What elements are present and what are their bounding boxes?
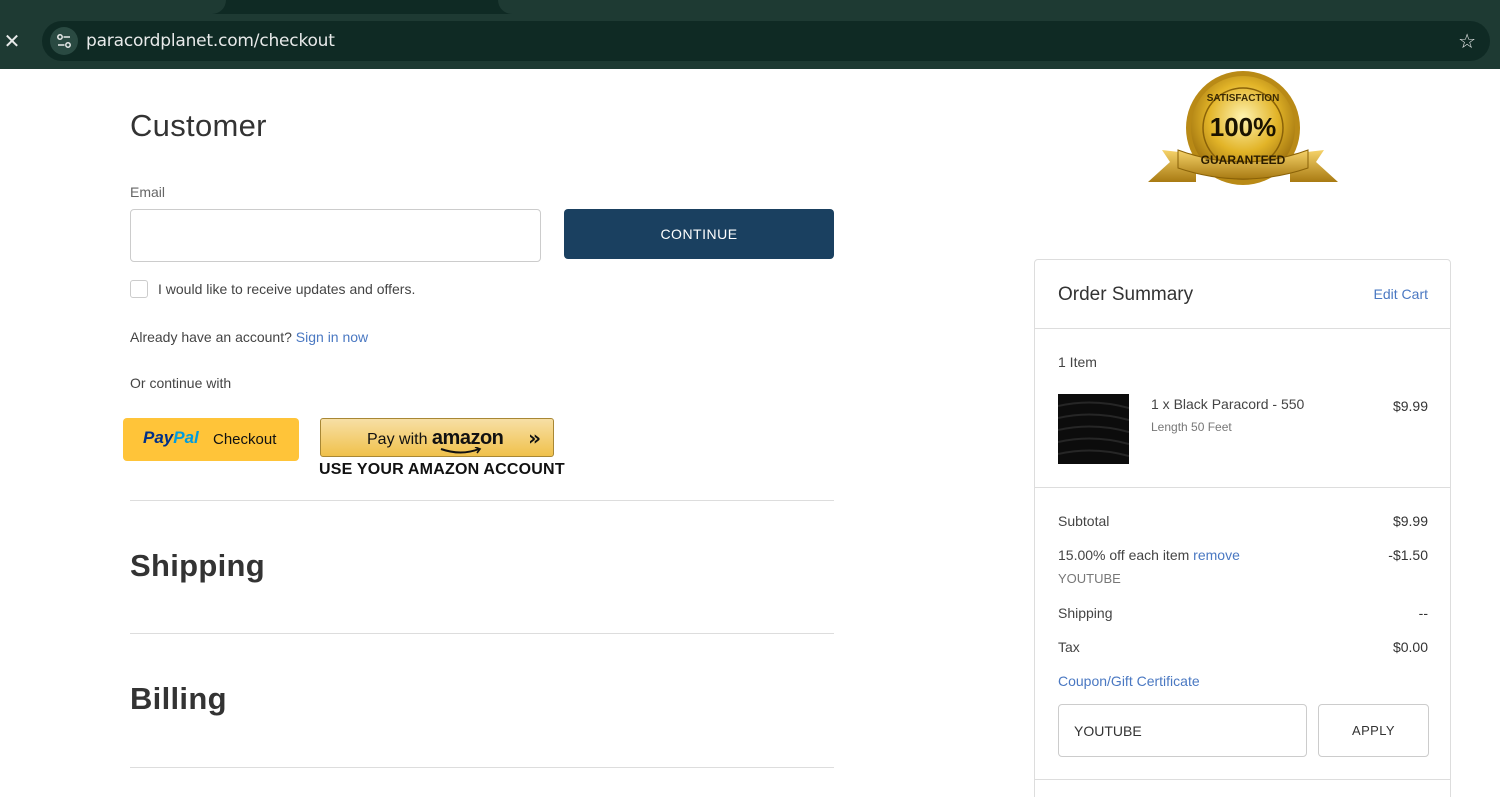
tax-value: $0.00 (1392, 639, 1428, 655)
satisfaction-guaranteed-badge: SATISFACTION 100% GUARANTEED (1148, 71, 1338, 185)
site-settings-icon[interactable] (50, 27, 78, 55)
shipping-heading: Shipping (130, 548, 265, 583)
updates-checkbox-label[interactable]: I would like to receive updates and offe… (158, 281, 415, 297)
item-count: 1 Item (1058, 354, 1097, 370)
paypal-logo: PayPal (143, 428, 199, 447)
product-thumbnail (1058, 394, 1129, 464)
amazon-account-caption: USE YOUR AMAZON ACCOUNT (319, 461, 565, 478)
or-continue-text: Or continue with (130, 375, 232, 391)
updates-checkbox[interactable] (130, 280, 148, 298)
edit-cart-link[interactable]: Edit Cart (1374, 286, 1428, 302)
address-bar[interactable]: paracordplanet.com/checkout ☆ (42, 21, 1490, 61)
coupon-gift-certificate-link[interactable]: Coupon/Gift Certificate (1058, 673, 1200, 689)
paypal-checkout-label: Checkout (213, 431, 277, 448)
subtotal-value: $9.99 (1392, 513, 1428, 529)
summary-divider (1035, 779, 1450, 780)
summary-divider (1035, 487, 1450, 488)
shipping-label: Shipping (1058, 605, 1113, 621)
section-divider (130, 500, 834, 501)
customer-heading: Customer (130, 108, 267, 143)
order-summary-panel: Order Summary Edit Cart 1 Item 1 x Black… (1034, 259, 1451, 797)
svg-text:SATISFACTION: SATISFACTION (1207, 93, 1280, 104)
discount-line: 15.00% off each item remove (1058, 547, 1240, 563)
tax-label: Tax (1058, 639, 1080, 655)
discount-label: 15.00% off each item (1058, 547, 1190, 563)
amazon-pay-button[interactable]: Pay with amazon » (320, 418, 554, 457)
email-field[interactable] (130, 209, 541, 262)
billing-heading: Billing (130, 681, 227, 716)
close-icon[interactable]: ✕ (3, 30, 21, 52)
coupon-code-input[interactable] (1058, 704, 1307, 757)
double-chevron-right-icon: » (528, 426, 541, 450)
svg-text:100%: 100% (1210, 112, 1277, 142)
item-price: $9.99 (1392, 398, 1428, 414)
section-divider (130, 633, 834, 634)
tab-strip (0, 0, 1500, 14)
paypal-checkout-button[interactable]: PayPal Checkout (123, 418, 299, 461)
browser-tab-right[interactable] (498, 0, 1500, 14)
browser-tab-left[interactable] (0, 0, 226, 14)
url-text[interactable]: paracordplanet.com/checkout (86, 31, 335, 51)
order-summary-title: Order Summary (1058, 284, 1194, 305)
shipping-value: -- (1418, 605, 1428, 621)
account-prompt: Already have an account? Sign in now (130, 329, 368, 345)
account-prompt-text: Already have an account? (130, 329, 292, 345)
apply-coupon-button[interactable]: APPLY (1318, 704, 1429, 757)
bookmark-star-icon[interactable]: ☆ (1458, 29, 1476, 53)
subtotal-label: Subtotal (1058, 513, 1110, 529)
item-option: Length 50 Feet (1151, 420, 1232, 434)
discount-code: YOUTUBE (1058, 571, 1121, 586)
item-name: 1 x Black Paracord - 550 (1151, 396, 1305, 412)
sign-in-link[interactable]: Sign in now (296, 329, 368, 345)
email-label: Email (130, 184, 166, 200)
summary-divider (1035, 328, 1450, 329)
section-divider (130, 767, 834, 768)
discount-value: -$1.50 (1388, 547, 1428, 563)
continue-button[interactable]: CONTINUE (564, 209, 834, 259)
amazon-smile-icon (440, 447, 482, 454)
browser-toolbar: ✕ paracordplanet.com/checkout ☆ (0, 14, 1500, 69)
remove-discount-link[interactable]: remove (1193, 547, 1240, 563)
svg-text:GUARANTEED: GUARANTEED (1201, 153, 1286, 167)
